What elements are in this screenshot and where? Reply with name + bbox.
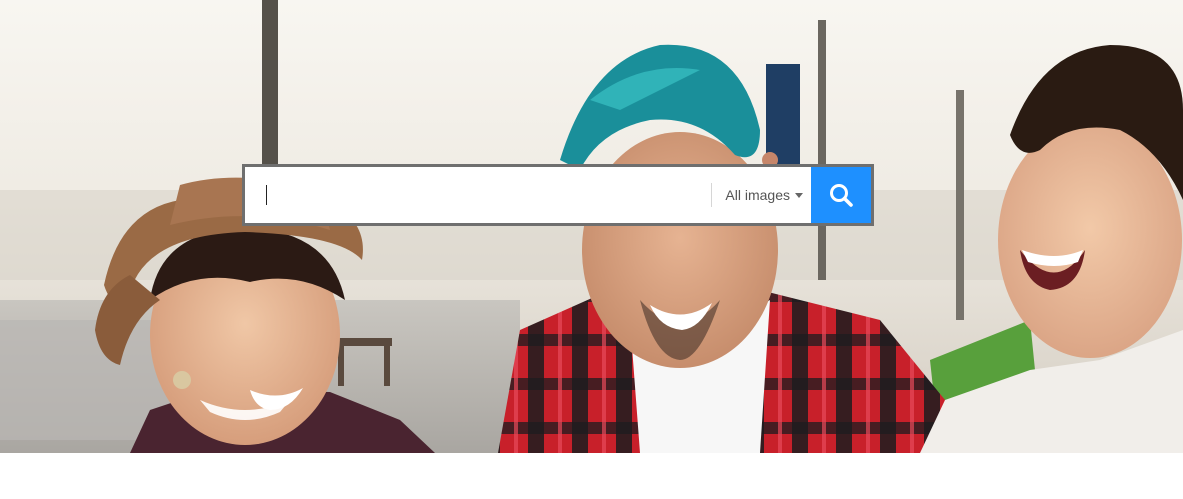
caret-down-icon [795, 193, 803, 198]
search-icon [830, 184, 853, 207]
search-scope-dropdown[interactable]: All images [712, 167, 811, 223]
search-bar: All images [242, 164, 874, 226]
search-button[interactable] [811, 167, 871, 223]
search-scope-label: All images [725, 187, 790, 203]
hero-background-image [0, 0, 1183, 453]
search-box: All images [245, 167, 871, 223]
hero-photo [0, 0, 1183, 453]
search-input[interactable] [245, 167, 712, 223]
text-caret [266, 185, 267, 205]
